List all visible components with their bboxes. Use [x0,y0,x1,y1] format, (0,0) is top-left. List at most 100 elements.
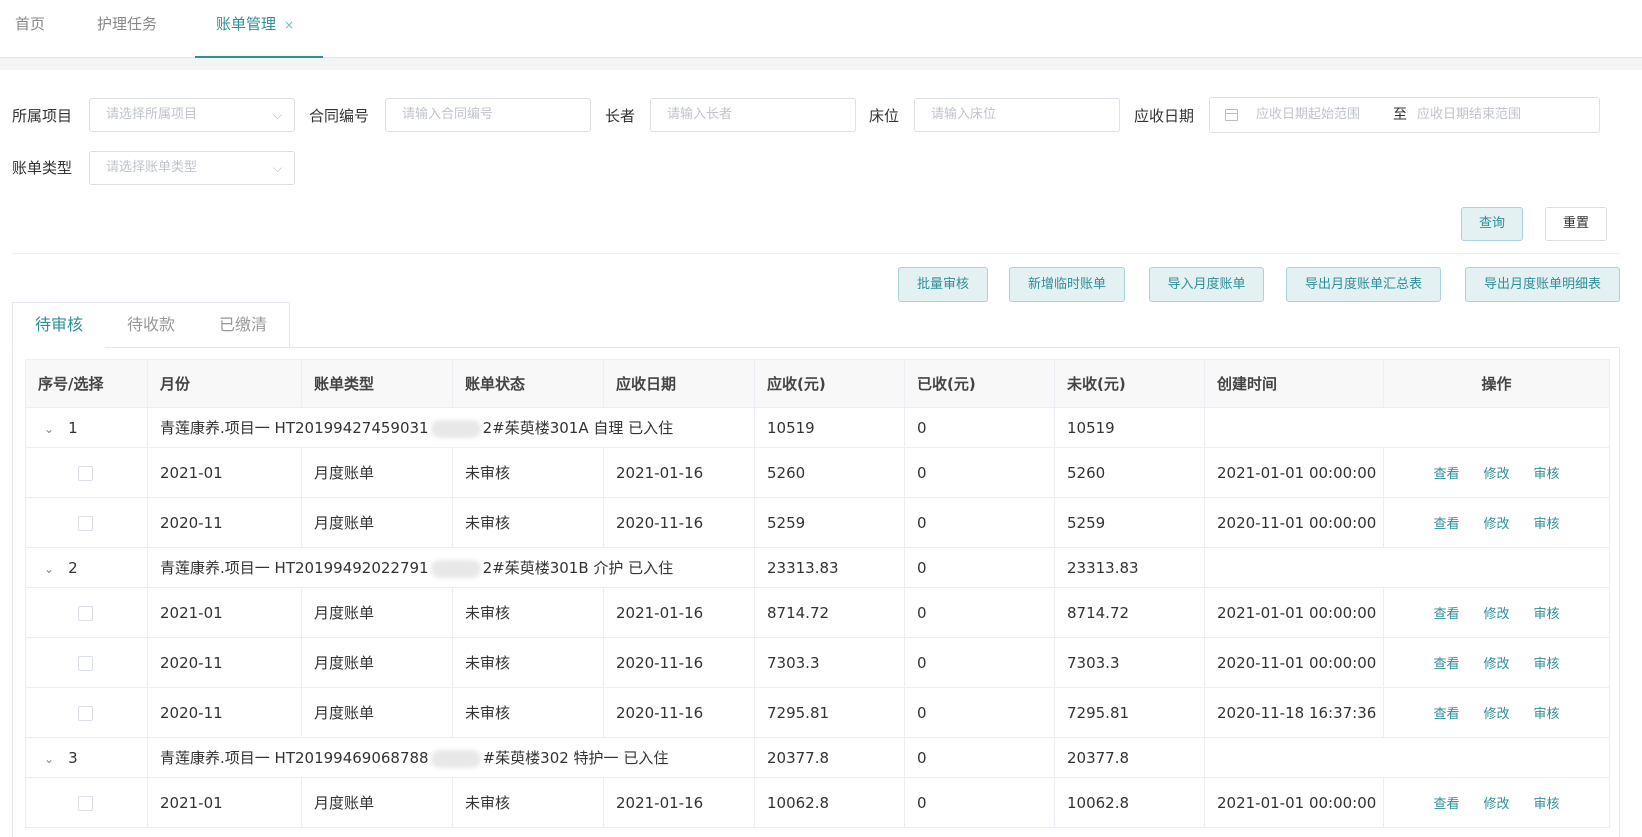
tab-home[interactable]: 首页 [15,0,45,58]
table-group-row[interactable]: ⌄ 2 青莲康养.项目一 HT20199492022791 2#茱萸楼301B 介护 … [25,547,1610,588]
table-group-row[interactable]: ⌄ 3 青莲康养.项目一 HT20199469068788 #茱萸楼302 特护一 已… [25,737,1610,778]
group-index: 2 [68,558,78,577]
query-button[interactable]: 查询 [1461,207,1523,241]
tab-bill-management[interactable]: 账单管理 × [216,0,294,58]
export-monthly-summary-button[interactable]: 导出月度账单汇总表 [1286,267,1441,302]
tab-bill-management-label: 账单管理 [216,15,277,33]
view-link[interactable]: 查看 [1433,607,1459,622]
contract-input-placeholder: 请输入合同编号 [402,107,494,122]
cell-due-date: 2020-11-16 [603,637,755,688]
redacted-text [430,419,481,438]
edit-link[interactable]: 修改 [1483,657,1509,672]
contract-input[interactable]: 请输入合同编号 [385,98,591,132]
edit-link[interactable]: 修改 [1483,467,1509,482]
cell-bill-status: 未审核 [452,497,604,548]
bill-type-label: 账单类型 [12,159,73,177]
view-link[interactable]: 查看 [1433,657,1459,672]
row-checkbox[interactable] [78,515,93,531]
cell-receivable: 5259 [754,497,905,548]
batch-review-button[interactable]: 批量审核 [898,267,988,302]
elder-input[interactable]: 请输入长者 [650,98,856,132]
header-created-time: 创建时间 [1204,359,1384,408]
cell-bill-type: 月度账单 [301,447,453,498]
view-link[interactable]: 查看 [1433,707,1459,722]
cell-created-time: 2021-01-01 00:00:00 [1204,587,1384,638]
edit-link[interactable]: 修改 [1483,707,1509,722]
tab-nursing-tasks[interactable]: 护理任务 [97,0,157,58]
group-index-cell: ⌄ 2 [25,547,148,588]
export-monthly-detail-button[interactable]: 导出月度账单明细表 [1465,267,1620,302]
review-link[interactable]: 审核 [1534,707,1560,722]
form-divider [12,253,1620,254]
group-unreceived: 20377.8 [1054,737,1205,778]
chevron-down-icon[interactable]: ⌄ [44,422,54,436]
header-receivable: 应收(元) [754,359,905,408]
view-link[interactable]: 查看 [1433,797,1459,812]
review-link[interactable]: 审核 [1534,517,1560,532]
edit-link[interactable]: 修改 [1483,517,1509,532]
bed-input[interactable]: 请输入床位 [914,98,1120,132]
cell-bill-type: 月度账单 [301,777,453,828]
cell-created-time: 2021-01-01 00:00:00 [1204,447,1384,498]
cell-operations: 查看 修改 审核 [1383,587,1610,638]
tab-pending-payment[interactable]: 待收款 [105,302,198,348]
table-row: 2021-01 月度账单 未审核 2021-01-16 10062.8 0 10062.8 2… [25,777,1610,828]
tab-paid-off[interactable]: 已缴清 [197,302,290,348]
review-link[interactable]: 审核 [1534,657,1560,672]
table-row: 2020-11 月度账单 未审核 2020-11-16 5259 0 5259 2020-11… [25,497,1610,548]
due-date-range-picker[interactable]: 应收日期起始范围 至 应收日期结束范围 [1209,97,1600,133]
group-receivable: 23313.83 [754,547,905,588]
cell-receivable: 8714.72 [754,587,905,638]
row-select-cell [25,587,148,638]
review-link[interactable]: 审核 [1534,607,1560,622]
view-link[interactable]: 查看 [1433,467,1459,482]
calendar-icon [1225,109,1238,121]
chevron-down-icon[interactable]: ⌄ [44,562,54,576]
header-bill-type: 账单类型 [301,359,453,408]
table-group-row[interactable]: ⌄ 1 青莲康养.项目一 HT20199427459031 2#茱萸楼301A 自理 … [25,407,1610,448]
project-select-placeholder: 请选择所属项目 [106,107,198,122]
group-summary-prefix: 青莲康养.项目一 HT20199492022791 [160,559,429,577]
project-select[interactable]: 请选择所属项目 ⌵ [89,98,295,132]
group-empty-cell [1204,737,1610,778]
row-checkbox[interactable] [78,705,93,721]
row-checkbox[interactable] [78,795,93,811]
tab-pending-review[interactable]: 待审核 [12,302,106,348]
import-monthly-bill-button[interactable]: 导入月度账单 [1149,267,1264,302]
header-received: 已收(元) [904,359,1055,408]
cell-operations: 查看 修改 审核 [1383,687,1610,738]
cell-month: 2021-01 [147,777,302,828]
row-checkbox[interactable] [78,605,93,621]
cell-received: 0 [904,777,1055,828]
chevron-down-icon: ⌵ [272,161,282,175]
cell-receivable: 5260 [754,447,905,498]
row-select-cell [25,497,148,548]
chevron-down-icon[interactable]: ⌄ [44,752,54,766]
header-operations: 操作 [1383,359,1610,408]
bill-type-select[interactable]: 请选择账单类型 ⌵ [89,151,295,185]
cell-month: 2021-01 [147,587,302,638]
row-checkbox[interactable] [78,465,93,481]
edit-link[interactable]: 修改 [1483,797,1509,812]
close-icon[interactable]: × [284,18,294,32]
cell-created-time: 2020-11-18 16:37:36 [1204,687,1384,738]
row-checkbox[interactable] [78,655,93,671]
edit-link[interactable]: 修改 [1483,607,1509,622]
add-temp-bill-button[interactable]: 新增临时账单 [1009,267,1125,302]
review-link[interactable]: 审核 [1534,797,1560,812]
group-empty-cell [1204,407,1610,448]
bill-table: 序号/选择 月份 账单类型 账单状态 应收日期 应收(元) 已收(元) 未收(元… [25,359,1610,828]
header-index-select: 序号/选择 [25,359,148,408]
group-summary-suffix: #茱萸楼302 特护一 已入住 [482,749,669,767]
cell-month: 2021-01 [147,447,302,498]
group-index-cell: ⌄ 3 [25,737,148,778]
header-bill-status: 账单状态 [452,359,604,408]
review-link[interactable]: 审核 [1534,467,1560,482]
row-select-cell [25,447,148,498]
view-link[interactable]: 查看 [1433,517,1459,532]
group-summary-suffix: 2#茱萸楼301A 自理 已入住 [482,419,674,437]
cell-received: 0 [904,587,1055,638]
reset-button[interactable]: 重置 [1545,207,1607,241]
group-unreceived: 10519 [1054,407,1205,448]
cell-unreceived: 8714.72 [1054,587,1205,638]
